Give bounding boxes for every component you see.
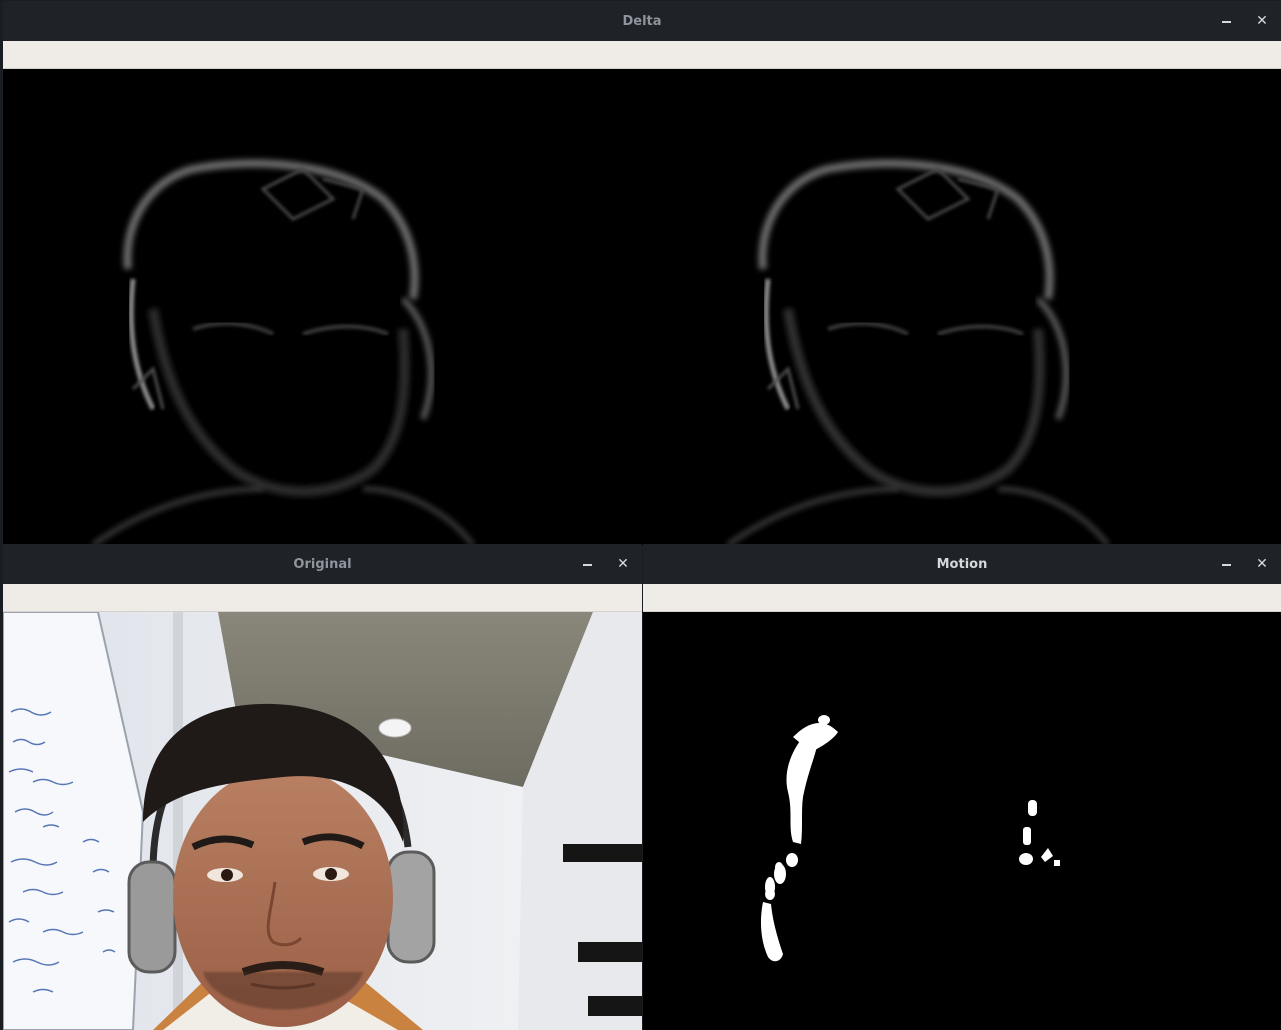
close-icon: ✕ [1256, 556, 1268, 572]
motion-toolbar [643, 584, 1281, 612]
minimize-button[interactable] [1211, 544, 1241, 584]
delta-toolbar [3, 41, 1281, 69]
minimize-button[interactable] [572, 544, 602, 584]
window-title: Motion [936, 556, 988, 572]
delta-window: Delta ✕ [3, 1, 1281, 545]
original-image [3, 612, 642, 1030]
delta-edge-image [91, 159, 1110, 545]
motion-blobs [760, 715, 1060, 962]
minimize-icon [1221, 21, 1231, 23]
close-button[interactable]: ✕ [1247, 1, 1277, 41]
minimize-button[interactable] [1211, 1, 1241, 41]
window-title: Original [293, 556, 352, 572]
minimize-icon [582, 564, 592, 566]
close-icon: ✕ [617, 556, 629, 572]
close-button[interactable]: ✕ [1247, 544, 1277, 584]
original-toolbar [3, 584, 642, 612]
delta-image [3, 69, 1281, 545]
minimize-icon [1221, 564, 1231, 566]
delta-face-right [726, 159, 1110, 545]
window-title: Delta [622, 13, 662, 29]
motion-mask [760, 715, 1060, 962]
close-button[interactable]: ✕ [608, 544, 638, 584]
original-titlebar[interactable]: Original ✕ [3, 544, 642, 585]
motion-titlebar[interactable]: Motion ✕ [643, 544, 1281, 585]
original-window: Original ✕ [3, 544, 642, 1030]
motion-image [643, 612, 1281, 1030]
webcam-frame [3, 612, 642, 1030]
delta-titlebar[interactable]: Delta ✕ [3, 1, 1281, 42]
motion-window: Motion ✕ [643, 544, 1281, 1030]
close-icon: ✕ [1256, 13, 1268, 29]
delta-face-left [91, 159, 475, 545]
